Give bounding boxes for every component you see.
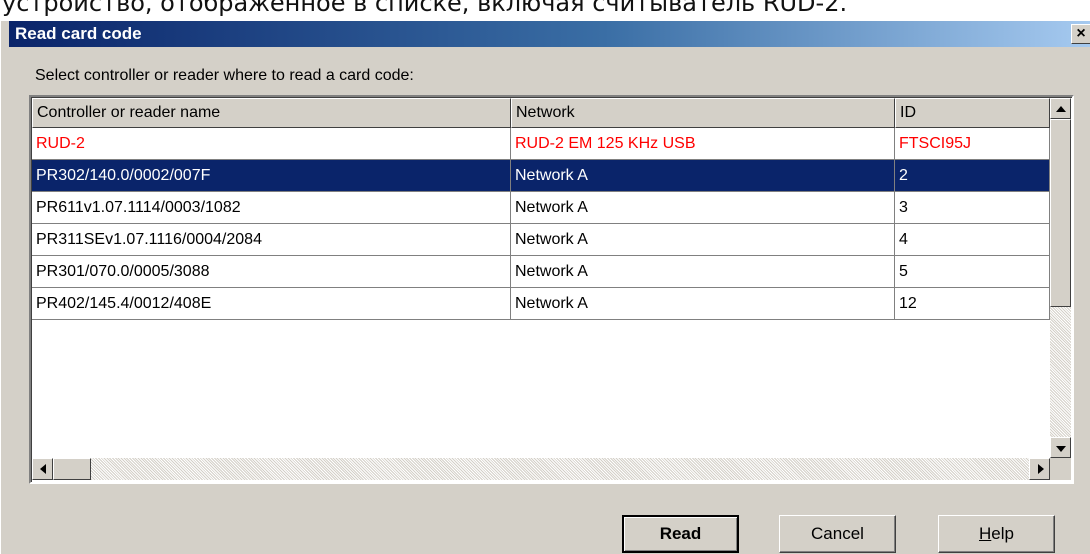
read-button[interactable]: Read xyxy=(622,515,739,553)
close-button[interactable]: × xyxy=(1071,24,1090,44)
vertical-scrollbar[interactable] xyxy=(1050,98,1071,458)
scroll-left-button[interactable] xyxy=(32,458,53,480)
column-header-network[interactable]: Network xyxy=(511,98,895,128)
table-row[interactable]: RUD-2 RUD-2 EM 125 KHz USB FTSCI95J xyxy=(32,128,1050,160)
horizontal-scrollbar[interactable] xyxy=(32,458,1050,480)
cancel-button[interactable]: Cancel xyxy=(779,515,896,553)
table-row[interactable]: PR311SEv1.07.1116/0004/2084 Network A4 xyxy=(32,224,1050,256)
table-row[interactable]: PR301/070.0/0005/3088 Network A5 xyxy=(32,256,1050,288)
help-button[interactable]: Help xyxy=(938,515,1055,553)
cell-id: 12 xyxy=(895,288,1050,320)
cell-network: Network A xyxy=(511,256,895,288)
cell-controller-name: PR301/070.0/0005/3088 xyxy=(32,256,511,288)
instruction-label: Select controller or reader where to rea… xyxy=(35,67,414,84)
cell-network: Network A xyxy=(511,224,895,256)
table-row[interactable]: PR402/145.4/0012/408E Network A 12 xyxy=(32,288,1050,320)
cell-id: FTSCI95J xyxy=(895,128,1050,160)
arrow-down-icon xyxy=(1056,446,1066,452)
arrow-up-icon xyxy=(1056,106,1066,112)
cell-id: 2 xyxy=(895,160,1050,192)
cell-controller-name: PR402/145.4/0012/408E xyxy=(32,288,511,320)
table-row[interactable]: PR611v1.07.1114/0003/1082 Network A3 xyxy=(32,192,1050,224)
cell-controller-name: PR611v1.07.1114/0003/1082 xyxy=(32,192,511,224)
cell-controller-name: PR311SEv1.07.1116/0004/2084 xyxy=(32,224,511,256)
title-bar[interactable]: Read card code × xyxy=(9,21,1090,47)
help-mnemonic: H xyxy=(979,524,992,543)
cell-id: 4 xyxy=(895,224,1050,256)
scrollbar-corner xyxy=(1050,458,1071,480)
help-label: elp xyxy=(991,524,1014,543)
column-header-id[interactable]: ID xyxy=(895,98,1050,128)
read-card-code-dialog: Read card code × Select controller or re… xyxy=(0,21,1090,554)
arrow-left-icon xyxy=(40,464,46,474)
column-header-name[interactable]: Controller or reader name xyxy=(32,98,511,128)
arrow-right-icon xyxy=(1038,464,1044,474)
cell-id: 3 xyxy=(895,192,1050,224)
window-title: Read card code xyxy=(15,24,142,43)
scroll-down-button[interactable] xyxy=(1050,437,1071,458)
cell-network: Network A xyxy=(511,160,895,192)
close-icon: × xyxy=(1076,25,1086,42)
horizontal-scroll-thumb[interactable] xyxy=(53,458,91,480)
cell-controller-name: RUD-2 xyxy=(32,128,511,160)
list-header: Controller or reader name Network ID xyxy=(32,98,1050,128)
vertical-scroll-thumb[interactable] xyxy=(1050,119,1071,307)
scroll-right-button[interactable] xyxy=(1029,458,1050,480)
page-caption: устройство, отображенное в списке, включ… xyxy=(2,0,848,17)
cell-network: Network A xyxy=(511,288,895,320)
cell-network: RUD-2 EM 125 KHz USB xyxy=(511,128,895,160)
table-row[interactable]: PR302/140.0/0002/007F Network A2 xyxy=(32,160,1050,192)
scroll-up-button[interactable] xyxy=(1050,98,1071,119)
cell-network: Network A xyxy=(511,192,895,224)
cell-controller-name: PR302/140.0/0002/007F xyxy=(32,160,511,192)
controller-list[interactable]: Controller or reader name Network ID RUD… xyxy=(29,95,1074,484)
cell-id: 5 xyxy=(895,256,1050,288)
